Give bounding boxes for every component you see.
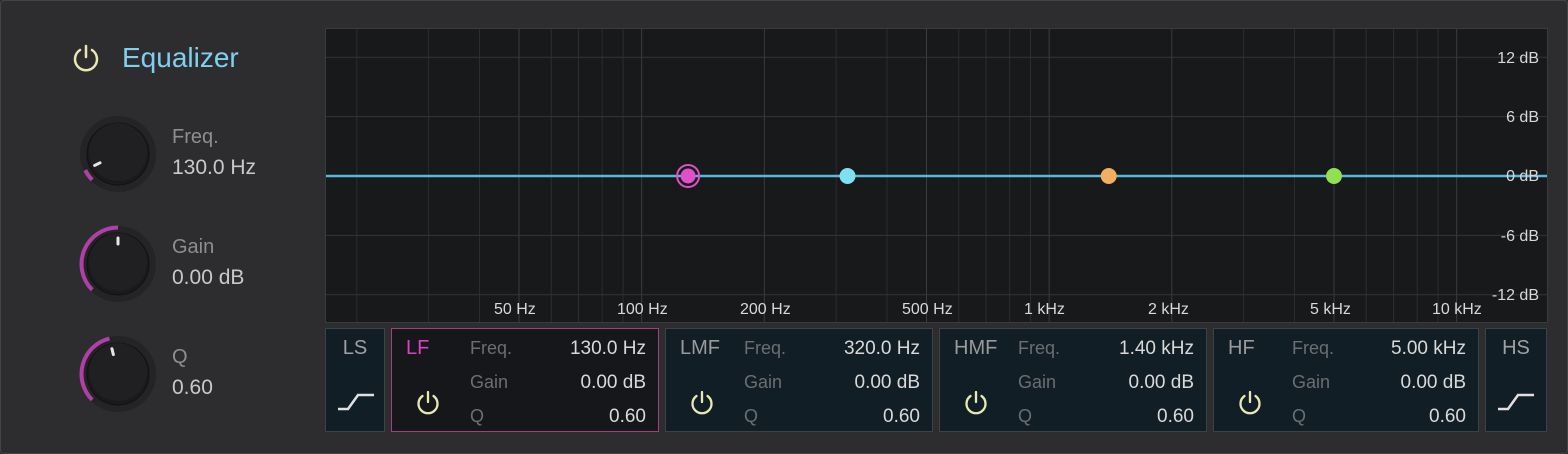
- eq-graph-canvas: [326, 29, 1547, 322]
- power-icon: [73, 44, 99, 72]
- freq-value[interactable]: 1.40 kHz: [1119, 338, 1194, 360]
- band-name: LMF: [680, 337, 720, 359]
- freq-axis-label: 5 kHz: [1310, 301, 1351, 318]
- band-ls-low-shelf[interactable]: LS: [325, 328, 385, 432]
- band-lmf[interactable]: LMF Freq. 320.0 Hz Gain 0.00 dB Q 0.60: [665, 328, 933, 432]
- q-value[interactable]: 0.60: [1429, 406, 1466, 428]
- freq-knob-label: Freq.: [172, 126, 219, 148]
- param-label: Q: [470, 406, 485, 426]
- q-value[interactable]: 0.60: [609, 406, 646, 428]
- freq-axis-label: 2 kHz: [1148, 301, 1189, 318]
- band-power-icon[interactable]: [1234, 387, 1266, 419]
- freq-axis-label: 100 Hz: [617, 301, 668, 318]
- band-lf[interactable]: LF Freq. 130.0 Hz Gain 0.00 dB Q 0.60: [391, 328, 659, 432]
- plugin-title: Equalizer: [122, 42, 239, 73]
- freq-value[interactable]: 320.0 Hz: [844, 338, 920, 360]
- band-name: LF: [406, 337, 430, 359]
- freq-knob-value[interactable]: 130.0 Hz: [172, 156, 256, 180]
- gain-axis-label: -12 dB: [1491, 287, 1539, 304]
- gain-knob-group: Gain 0.00 dB: [76, 222, 316, 306]
- gain-axis-label: 0 dB: [1506, 168, 1539, 185]
- band-name: LS: [342, 337, 368, 359]
- band-hmf[interactable]: HMF Freq. 1.40 kHz Gain 0.00 dB Q 0.60: [939, 328, 1207, 432]
- param-label: Q: [1018, 406, 1033, 426]
- band-hf[interactable]: HF Freq. 5.00 kHz Gain 0.00 dB Q 0.60: [1213, 328, 1479, 432]
- param-label: Gain: [744, 372, 783, 392]
- band-name: HS: [1502, 337, 1530, 359]
- q-knob-group: Q 0.60: [76, 332, 316, 416]
- gain-value[interactable]: 0.00 dB: [1129, 372, 1195, 394]
- band-node-hmf[interactable]: [1100, 168, 1117, 184]
- freq-knob-group: Freq. 130.0 Hz: [76, 112, 316, 196]
- band-node-lmf[interactable]: [839, 168, 856, 184]
- gain-value[interactable]: 0.00 dB: [581, 372, 647, 394]
- param-label: Freq.: [744, 338, 787, 358]
- freq-axis-label: 1 kHz: [1024, 301, 1065, 318]
- gain-knob[interactable]: [76, 222, 160, 306]
- plugin-power-button[interactable]: [66, 38, 106, 78]
- q-value[interactable]: 0.60: [1157, 406, 1194, 428]
- freq-value[interactable]: 5.00 kHz: [1391, 338, 1466, 360]
- freq-value[interactable]: 130.0 Hz: [570, 338, 646, 360]
- gain-axis-label: 12 dB: [1497, 50, 1539, 67]
- band-power-icon[interactable]: [412, 387, 444, 419]
- q-knob-label: Q: [172, 346, 188, 368]
- high-shelf-icon: [1498, 393, 1534, 411]
- freq-axis-label: 10 kHz: [1432, 301, 1482, 318]
- plugin-header: Equalizer: [66, 38, 239, 78]
- q-knob-value[interactable]: 0.60: [172, 376, 213, 400]
- param-label: Q: [1292, 406, 1307, 426]
- q-value[interactable]: 0.60: [883, 406, 920, 428]
- knob-indicator: [110, 347, 115, 357]
- freq-axis-label: 500 Hz: [902, 301, 953, 318]
- freq-knob[interactable]: [76, 112, 160, 196]
- eq-frequency-graph[interactable]: 50 Hz 100 Hz 200 Hz 500 Hz 1 kHz 2 kHz 5…: [325, 28, 1548, 323]
- param-label: Freq.: [1292, 338, 1335, 358]
- band-name: HMF: [954, 337, 998, 359]
- freq-axis-label: 50 Hz: [494, 301, 536, 318]
- param-label: Gain: [1292, 372, 1331, 392]
- param-label: Freq.: [1018, 338, 1061, 358]
- gain-axis-label: 6 dB: [1506, 109, 1539, 126]
- gain-knob-label: Gain: [172, 236, 215, 258]
- param-label: Gain: [470, 372, 509, 392]
- q-knob[interactable]: [76, 332, 160, 416]
- band-power-icon[interactable]: [686, 387, 718, 419]
- gain-knob-value[interactable]: 0.00 dB: [172, 266, 244, 290]
- gain-value[interactable]: 0.00 dB: [1401, 372, 1467, 394]
- param-label: Freq.: [470, 338, 513, 358]
- band-node-lf[interactable]: [680, 168, 696, 184]
- gain-axis-label: -6 dB: [1500, 228, 1539, 245]
- low-shelf-icon: [338, 393, 374, 411]
- band-node-hf[interactable]: [1326, 168, 1342, 184]
- band-hs-high-shelf[interactable]: HS: [1485, 328, 1547, 432]
- band-name: HF: [1228, 337, 1255, 359]
- param-label: Gain: [1018, 372, 1057, 392]
- param-label: Q: [744, 406, 759, 426]
- gain-value[interactable]: 0.00 dB: [855, 372, 921, 394]
- freq-axis-label: 200 Hz: [740, 301, 791, 318]
- band-power-icon[interactable]: [960, 387, 992, 419]
